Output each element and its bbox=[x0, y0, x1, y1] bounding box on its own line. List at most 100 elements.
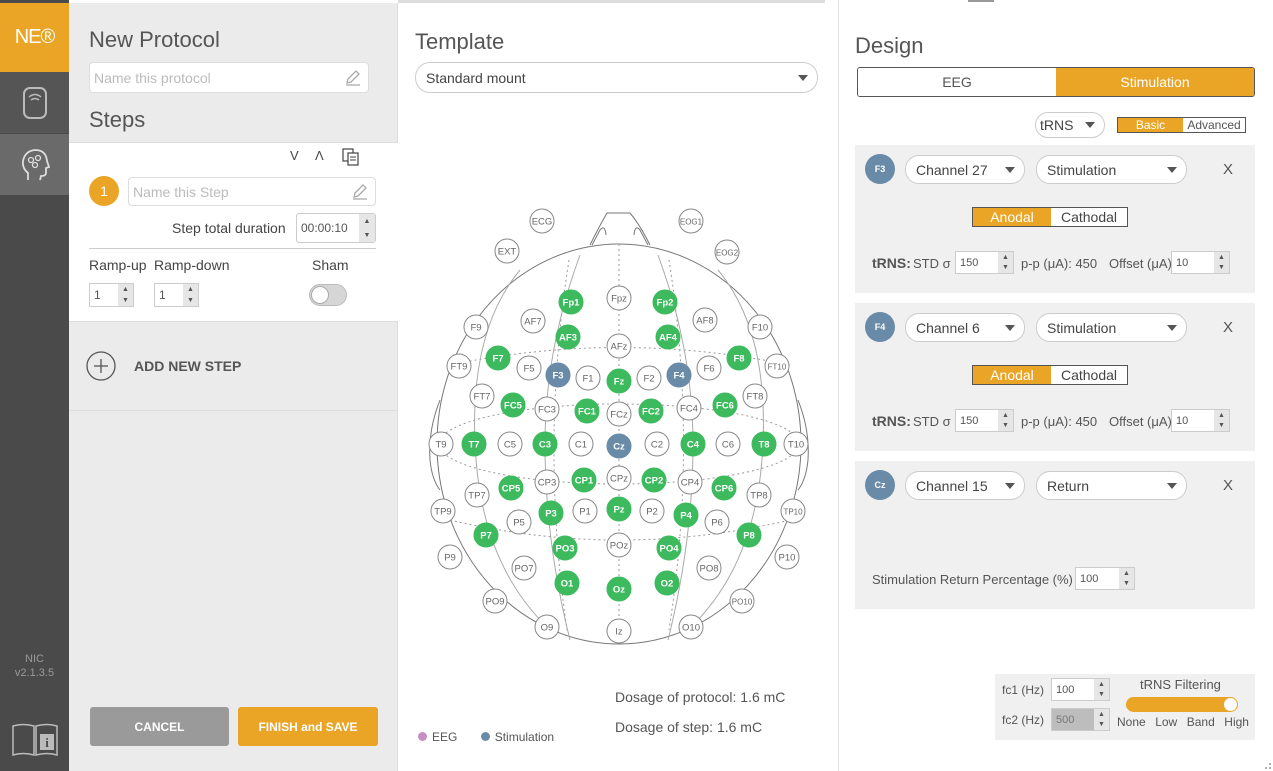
tab-eeg[interactable]: EEG bbox=[858, 68, 1056, 96]
electrode-f4[interactable]: F4 bbox=[666, 362, 692, 388]
electrode-tp7[interactable]: TP7 bbox=[464, 482, 490, 508]
electrode-t7[interactable]: T7 bbox=[461, 431, 487, 457]
electrode-cz[interactable]: Cz bbox=[606, 433, 632, 459]
add-step-icon[interactable] bbox=[86, 351, 116, 381]
electrode-fc1[interactable]: FC1 bbox=[574, 398, 600, 424]
rampup-stepper[interactable]: 1 ▲ ▼ bbox=[89, 283, 134, 307]
spin-up-icon[interactable]: ▲ bbox=[359, 214, 375, 228]
electrode-t8[interactable]: T8 bbox=[751, 431, 777, 457]
electrode-p8[interactable]: P8 bbox=[736, 522, 762, 548]
electrode-cp4[interactable]: CP4 bbox=[677, 469, 703, 495]
spin-up-icon[interactable]: ▲ bbox=[1094, 709, 1109, 720]
electrode-po10[interactable]: PO10 bbox=[729, 588, 755, 614]
spin-up-icon[interactable]: ▲ bbox=[1214, 410, 1229, 421]
electrode-oz[interactable]: Oz bbox=[606, 576, 632, 602]
electrode-ft7[interactable]: FT7 bbox=[469, 383, 495, 409]
device-nav-button[interactable] bbox=[0, 72, 69, 133]
electrode-o1[interactable]: O1 bbox=[554, 570, 580, 596]
spin-down-icon[interactable]: ▼ bbox=[998, 421, 1013, 432]
electrode-f2[interactable]: F2 bbox=[636, 365, 662, 391]
electrode-cpz[interactable]: CPz bbox=[606, 465, 632, 491]
electrode-f9[interactable]: F9 bbox=[463, 314, 489, 340]
anodal-button[interactable]: Anodal bbox=[973, 208, 1051, 226]
electrode-ft8[interactable]: FT8 bbox=[742, 383, 768, 409]
electrode-po7[interactable]: PO7 bbox=[511, 555, 537, 581]
template-select[interactable]: Standard mount bbox=[415, 62, 818, 93]
electrode-fp1[interactable]: Fp1 bbox=[558, 289, 584, 315]
scroll-handle[interactable] bbox=[968, 0, 994, 2]
electrode-ecg[interactable]: ECG bbox=[529, 208, 555, 234]
electrode-f7[interactable]: F7 bbox=[485, 345, 511, 371]
electrode-f6[interactable]: F6 bbox=[696, 355, 722, 381]
electrode-af8[interactable]: AF8 bbox=[692, 307, 718, 333]
channel-select[interactable]: Channel 27 bbox=[905, 155, 1025, 184]
electrode-cp5[interactable]: CP5 bbox=[498, 475, 524, 501]
top-scrollbar[interactable] bbox=[398, 0, 825, 3]
step-name-input[interactable]: Name this Step bbox=[128, 177, 376, 206]
spin-down-icon[interactable]: ▼ bbox=[118, 295, 133, 306]
electrode-c1[interactable]: C1 bbox=[568, 431, 594, 457]
electrode-f5[interactable]: F5 bbox=[516, 355, 542, 381]
sham-toggle[interactable] bbox=[309, 284, 347, 306]
electrode-p4[interactable]: P4 bbox=[673, 502, 699, 528]
electrode-o9[interactable]: O9 bbox=[534, 614, 560, 640]
electrode-fpz[interactable]: Fpz bbox=[606, 285, 632, 311]
electrode-fc4[interactable]: FC4 bbox=[676, 395, 702, 421]
electrode-cp6[interactable]: CP6 bbox=[711, 475, 737, 501]
electrode-po8[interactable]: PO8 bbox=[696, 555, 722, 581]
type-select[interactable]: Stimulation bbox=[1036, 155, 1187, 184]
filter-option-none[interactable]: None bbox=[1117, 715, 1146, 729]
copy-step-icon[interactable] bbox=[342, 148, 360, 166]
electrode-fc2[interactable]: FC2 bbox=[638, 398, 664, 424]
cathodal-button[interactable]: Cathodal bbox=[1051, 208, 1127, 226]
protocol-nav-button[interactable] bbox=[0, 134, 69, 195]
remove-channel-button[interactable]: X bbox=[1223, 319, 1233, 336]
spin-up-icon[interactable]: ▲ bbox=[1094, 679, 1109, 690]
offset-stepper[interactable]: 10 ▲ ▼ bbox=[1171, 409, 1230, 432]
spin-down-icon[interactable]: ▼ bbox=[183, 295, 198, 306]
electrode-eog1[interactable]: EOG1 bbox=[678, 208, 704, 234]
electrode-afz[interactable]: AFz bbox=[606, 333, 632, 359]
electrode-po3[interactable]: PO3 bbox=[552, 535, 578, 561]
electrode-o10[interactable]: O10 bbox=[678, 614, 704, 640]
electrode-fp2[interactable]: Fp2 bbox=[652, 289, 678, 315]
spin-down-icon[interactable]: ▼ bbox=[1214, 263, 1229, 274]
electrode-cp3[interactable]: CP3 bbox=[534, 469, 560, 495]
filter-slider[interactable] bbox=[1126, 697, 1238, 712]
filter-slider-thumb[interactable] bbox=[1224, 698, 1237, 711]
anodal-button[interactable]: Anodal bbox=[973, 366, 1051, 384]
step-down-button[interactable]: V bbox=[290, 148, 299, 163]
electrode-cp2[interactable]: CP2 bbox=[641, 467, 667, 493]
electrode-poz[interactable]: POz bbox=[606, 532, 632, 558]
channel-select[interactable]: Channel 6 bbox=[905, 313, 1025, 342]
electrode-p5[interactable]: P5 bbox=[506, 509, 532, 535]
electrode-ft9[interactable]: FT9 bbox=[446, 353, 472, 379]
spin-up-icon[interactable]: ▲ bbox=[1119, 568, 1134, 579]
electrode-p10[interactable]: P10 bbox=[774, 544, 800, 570]
protocol-name-input[interactable]: Name this protocol bbox=[89, 62, 369, 93]
spin-up-icon[interactable]: ▲ bbox=[118, 284, 133, 295]
electrode-p6[interactable]: P6 bbox=[704, 509, 730, 535]
channel-select[interactable]: Channel 15 bbox=[905, 471, 1025, 500]
fc2-stepper[interactable]: 500 ▲ ▼ bbox=[1051, 708, 1110, 731]
filter-option-high[interactable]: High bbox=[1224, 715, 1249, 729]
filter-option-band[interactable]: Band bbox=[1187, 715, 1215, 729]
return-percentage-stepper[interactable]: 100 ▲ ▼ bbox=[1075, 567, 1135, 590]
spin-down-icon[interactable]: ▼ bbox=[998, 263, 1013, 274]
electrode-po9[interactable]: PO9 bbox=[482, 588, 508, 614]
spin-down-icon[interactable]: ▼ bbox=[1119, 579, 1134, 590]
spin-down-icon[interactable]: ▼ bbox=[359, 228, 375, 242]
electrode-p9[interactable]: P9 bbox=[437, 544, 463, 570]
type-select[interactable]: Stimulation bbox=[1036, 313, 1187, 342]
electrode-po4[interactable]: PO4 bbox=[656, 535, 682, 561]
electrode-t10[interactable]: T10 bbox=[783, 431, 809, 457]
electrode-eog2[interactable]: EOG2 bbox=[714, 239, 740, 265]
electrode-t9[interactable]: T9 bbox=[428, 431, 454, 457]
electrode-ext[interactable]: EXT bbox=[494, 238, 520, 264]
std-stepper[interactable]: 150 ▲ ▼ bbox=[955, 409, 1014, 432]
spin-up-icon[interactable]: ▲ bbox=[183, 284, 198, 295]
electrode-fz[interactable]: Fz bbox=[606, 368, 632, 394]
remove-channel-button[interactable]: X bbox=[1223, 477, 1233, 494]
electrode-tp8[interactable]: TP8 bbox=[746, 482, 772, 508]
remove-channel-button[interactable]: X bbox=[1223, 161, 1233, 178]
